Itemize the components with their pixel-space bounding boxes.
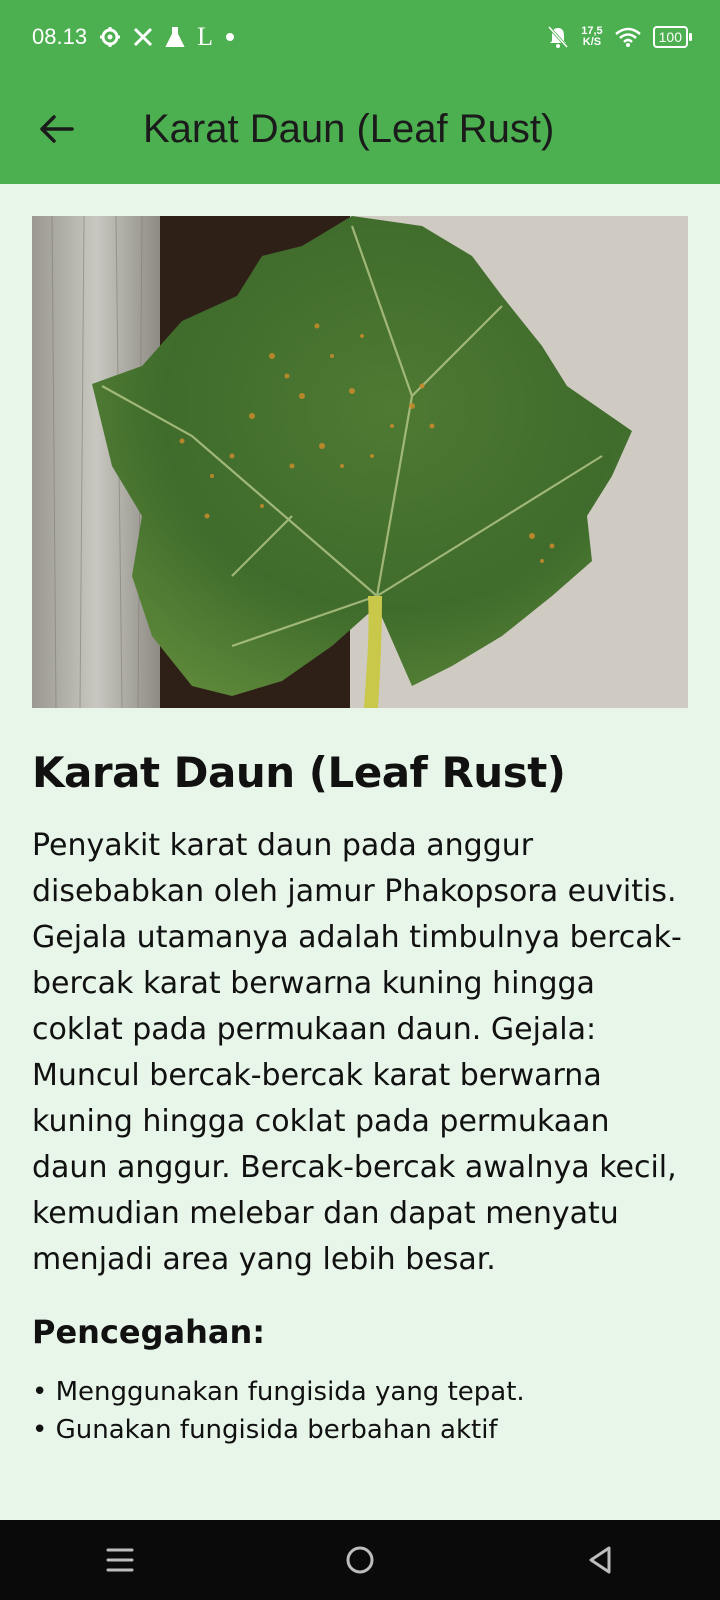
net-speed: 17,5 K/S: [581, 26, 602, 48]
prevention-list: Menggunakan fungisida yang tepat. Gunaka…: [32, 1373, 688, 1449]
list-item: Gunakan fungisida berbahan aktif: [32, 1411, 688, 1449]
disease-title: Karat Daun (Leaf Rust): [32, 748, 566, 797]
status-bar: 08.13 L 17,5 K/S 100: [0, 0, 720, 74]
status-time: 08.13: [32, 24, 88, 49]
system-back-button[interactable]: [560, 1530, 640, 1590]
leaf-rust-image: [32, 216, 688, 708]
recent-apps-button[interactable]: [80, 1530, 160, 1590]
dot-icon: [225, 32, 235, 42]
notification-letter-icon: L: [197, 22, 213, 51]
menu-lines-icon: [106, 1548, 134, 1572]
app-bar: Karat Daun (Leaf Rust): [0, 74, 720, 184]
article-content: Karat Daun (Leaf Rust) Penyakit karat da…: [32, 216, 688, 1449]
disease-description: Penyakit karat daun pada anggur disebabk…: [32, 828, 682, 1277]
battery-indicator: 100: [652, 26, 693, 48]
home-button[interactable]: [320, 1530, 400, 1590]
system-nav-bar: [0, 1520, 720, 1600]
arrow-left-icon: [40, 115, 74, 143]
circle-home-icon: [346, 1546, 374, 1574]
triangle-back-icon: [589, 1546, 611, 1574]
bell-muted-icon: [547, 25, 569, 49]
prevention-heading: Pencegahan:: [32, 1313, 266, 1351]
list-item: Menggunakan fungisida yang tepat.: [32, 1373, 688, 1411]
wifi-icon: [614, 27, 641, 47]
net-speed-unit: K/S: [582, 36, 602, 48]
app-bar-title: Karat Daun (Leaf Rust): [143, 106, 555, 151]
x-app-icon: [133, 27, 153, 47]
flask-icon: [165, 26, 185, 48]
settings-gear-icon: [99, 26, 121, 48]
back-button[interactable]: [26, 99, 86, 159]
